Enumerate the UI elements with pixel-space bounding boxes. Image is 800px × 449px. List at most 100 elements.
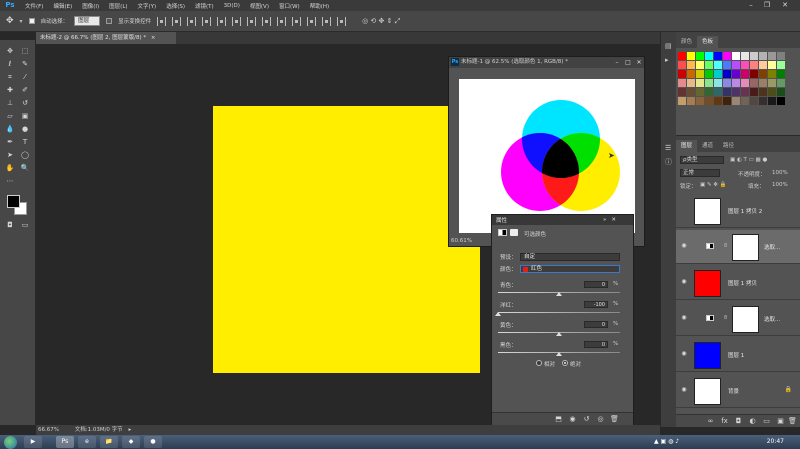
tab-close-icon[interactable]: × [151, 35, 156, 41]
zoom-level[interactable]: 66.67% [38, 427, 59, 433]
absolute-radio[interactable] [562, 360, 568, 366]
color-swatch[interactable] [768, 97, 776, 105]
show-transform-checkbox[interactable] [106, 18, 113, 24]
taskbar-ie-icon[interactable]: e [78, 436, 96, 448]
clone-stamp-tool-icon[interactable]: ⊥ [3, 98, 17, 109]
visibility-eye-icon[interactable]: ◉ [680, 314, 688, 322]
pen-tool-icon[interactable]: ✒ [3, 137, 17, 148]
color-swatch[interactable] [678, 97, 686, 105]
slider-track[interactable] [498, 312, 620, 313]
color-swatch[interactable] [768, 70, 776, 78]
new-adjustment-icon[interactable]: ◐ [748, 417, 757, 426]
layer-name[interactable]: 选取... [764, 243, 780, 251]
color-swatch[interactable] [696, 70, 704, 78]
slider-value-field[interactable]: 0 [584, 321, 608, 328]
color-swatch[interactable] [714, 88, 722, 96]
color-swatch[interactable] [705, 61, 713, 69]
menu-view[interactable]: 视图(V) [245, 2, 274, 10]
gradient-tool-icon[interactable]: ▣ [18, 111, 32, 122]
layer-thumbnail[interactable] [694, 198, 721, 225]
align-left-icon[interactable] [202, 16, 212, 26]
move-tool-icon[interactable]: ✥ [3, 46, 17, 57]
history-brush-tool-icon[interactable]: ↺ [18, 98, 32, 109]
slider-thumb[interactable] [556, 352, 562, 356]
color-swatch[interactable] [777, 70, 785, 78]
color-swatch[interactable] [732, 52, 740, 60]
menu-edit[interactable]: 编辑(E) [48, 2, 77, 10]
color-swatch[interactable] [687, 79, 695, 87]
delete-icon[interactable]: 🗑 [610, 415, 619, 424]
color-swatch[interactable] [768, 79, 776, 87]
link-layers-icon[interactable]: ∞ [706, 417, 715, 426]
color-swatch[interactable] [750, 79, 758, 87]
screen-mode-icon[interactable]: ▭ [18, 220, 32, 231]
slider-thumb[interactable] [556, 332, 562, 336]
slider-value-field[interactable]: -100 [584, 301, 608, 308]
lasso-tool-icon[interactable]: ℓ [3, 59, 17, 70]
eraser-tool-icon[interactable]: ▱ [3, 111, 17, 122]
taskbar-explorer-icon[interactable]: 📁 [100, 436, 118, 448]
color-swatch[interactable] [696, 88, 704, 96]
color-swatch[interactable] [741, 79, 749, 87]
visibility-eye-icon[interactable] [680, 206, 688, 214]
layer-row[interactable]: 图层 1 拷贝 2 [676, 194, 800, 228]
color-swatch[interactable] [759, 61, 767, 69]
menu-window[interactable]: 窗口(W) [274, 2, 305, 10]
color-swatch[interactable] [696, 97, 704, 105]
taskbar-photoshop-icon[interactable]: Ps [56, 436, 74, 448]
properties-icon[interactable]: ☰ [665, 144, 673, 152]
reset-icon[interactable]: ↺ [582, 415, 591, 424]
color-swatch[interactable] [732, 79, 740, 87]
close-button[interactable]: ✕ [778, 0, 792, 11]
color-swatch[interactable] [705, 79, 713, 87]
path-select-tool-icon[interactable]: ➤ [3, 150, 17, 161]
layer-name[interactable]: 图层 1 [728, 351, 744, 359]
distribute-hcenter-icon[interactable] [307, 16, 317, 26]
shape-tool-icon[interactable]: ◯ [18, 150, 32, 161]
auto-align-icon[interactable] [337, 16, 347, 26]
color-swatch[interactable] [759, 52, 767, 60]
float-close-button[interactable]: ✕ [634, 57, 644, 68]
slider-value-field[interactable]: 0 [584, 281, 608, 288]
brush-tool-icon[interactable]: ✐ [18, 85, 32, 96]
color-swatch[interactable] [714, 70, 722, 78]
menu-file[interactable]: 文件(F) [20, 2, 48, 10]
color-swatch[interactable] [741, 88, 749, 96]
float-maximize-button[interactable]: □ [623, 57, 633, 68]
layer-row[interactable]: ◉ 8 选取... [676, 302, 800, 336]
slider-thumb[interactable] [495, 312, 501, 316]
visibility-eye-icon[interactable]: ◉ [680, 386, 688, 394]
preset-dropdown[interactable]: 自定 [520, 253, 620, 261]
color-swatch[interactable] [687, 52, 695, 60]
maximize-button[interactable]: ❐ [760, 0, 774, 11]
layer-row[interactable]: ◉ 背景 🔒 [676, 374, 800, 408]
color-swatch[interactable] [678, 52, 686, 60]
color-swatch[interactable] [678, 88, 686, 96]
layer-name[interactable]: 图层 1 拷贝 [728, 279, 757, 287]
new-layer-icon[interactable]: ▣ [776, 417, 785, 426]
lock-icons[interactable]: ▣ ✎ ✥ 🔒 [700, 182, 727, 188]
floating-window-zoom[interactable]: 60.61% [451, 236, 472, 246]
color-swatch[interactable] [741, 52, 749, 60]
tab-color[interactable]: 颜色 [676, 36, 697, 48]
history-icon[interactable]: ▤ [665, 42, 673, 50]
actions-icon[interactable]: ▸ [665, 56, 673, 64]
eyedropper-tool-icon[interactable]: ⁄ [18, 72, 32, 83]
delete-layer-icon[interactable]: 🗑 [788, 417, 797, 426]
menu-type[interactable]: 文字(Y) [133, 2, 162, 10]
distribute-top-icon[interactable] [247, 16, 257, 26]
color-swatch[interactable] [714, 97, 722, 105]
fill-value[interactable]: 100% [772, 182, 788, 188]
color-swatch[interactable] [723, 70, 731, 78]
color-swatch[interactable] [777, 52, 785, 60]
auto-select-dropdown[interactable]: 图层 [74, 16, 101, 26]
layer-thumbnail[interactable] [694, 378, 721, 405]
layer-thumbnail[interactable] [694, 270, 721, 297]
layer-thumbnail[interactable] [694, 342, 721, 369]
color-swatch[interactable] [723, 88, 731, 96]
dodge-tool-icon[interactable]: ● [18, 124, 32, 135]
menu-help[interactable]: 帮助(H) [305, 2, 334, 10]
clip-to-layer-icon[interactable]: ⬒ [554, 415, 563, 424]
quick-mask-icon[interactable]: ◘ [3, 220, 17, 231]
color-swatch[interactable] [732, 61, 740, 69]
